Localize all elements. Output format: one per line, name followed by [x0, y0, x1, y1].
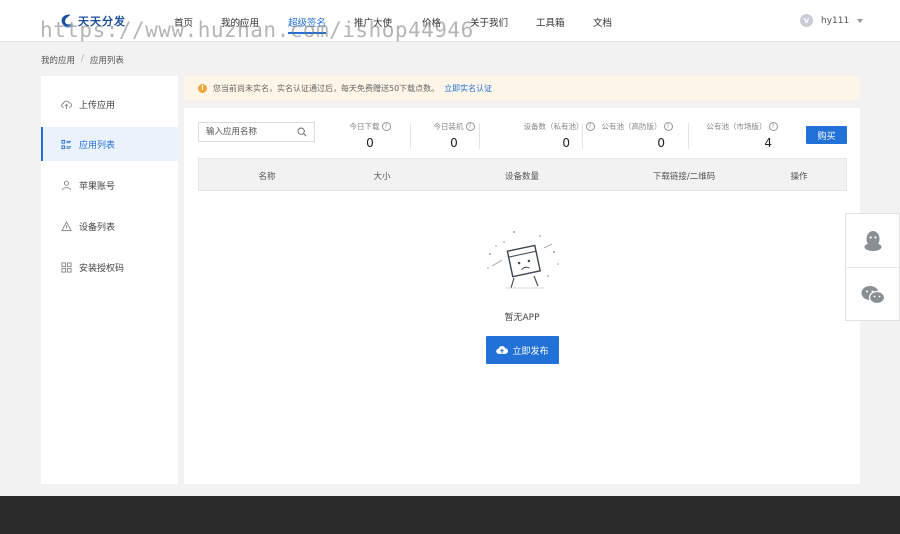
column-header-actions[interactable]: 操作: [790, 170, 807, 182]
stat-value: 0: [450, 136, 458, 150]
column-header-download-link[interactable]: 下载链接/二维码: [653, 170, 715, 182]
chevron-down-icon: [857, 18, 864, 23]
floating-contact-bar: [845, 213, 900, 321]
sidebar-item-label: 苹果账号: [79, 181, 116, 192]
stat-value: 0: [657, 136, 665, 150]
stat-label: 今日下载: [349, 122, 380, 131]
stat-public-pool-premium: 公有池（高防版）? 0: [587, 121, 687, 150]
sidebar-item-label: 设备列表: [79, 222, 116, 233]
page-footer: [0, 496, 900, 534]
app-search-box: [198, 122, 315, 142]
nav-toolbox[interactable]: 工具箱: [536, 15, 565, 29]
qq-contact-button[interactable]: [846, 214, 899, 267]
stat-public-pool-market: 公有池（市场版）? 4: [692, 121, 792, 150]
cloud-upload-icon: [496, 346, 509, 354]
column-header-size[interactable]: 大小: [373, 170, 390, 182]
top-nav: 天天分发 首页 我的应用 超级签名 推广大使 价格 关于我们 工具箱 文档 V …: [0, 0, 900, 42]
nav-super-sign[interactable]: 超级签名: [288, 15, 326, 29]
app-table-header: 名称 大小 设备数量 下载链接/二维码 操作: [198, 158, 847, 191]
cloud-upload-icon: [61, 99, 72, 110]
logo-swirl-icon: [61, 14, 75, 28]
help-icon[interactable]: ?: [381, 122, 391, 131]
sidebar-item-label: 应用列表: [79, 140, 116, 151]
nav-promoter[interactable]: 推广大使: [354, 15, 392, 29]
nav-home[interactable]: 首页: [174, 15, 193, 29]
list-icon: [61, 139, 72, 150]
breadcrumb: 我的应用 / 应用列表: [41, 54, 124, 66]
stat-label: 公有池（高防版）: [601, 122, 662, 131]
grid-icon: [61, 261, 72, 273]
publish-now-button[interactable]: 立即发布: [486, 336, 559, 364]
nav-my-apps[interactable]: 我的应用: [221, 15, 259, 29]
divider: [688, 123, 689, 149]
main-panel: ! 您当前尚未实名，实名认证通过后，每天免费赠送50下载点数。 立即实名认证 今…: [184, 76, 860, 484]
empty-state-text: 暂无APP: [504, 313, 540, 323]
sidebar-item-install-code[interactable]: 安装授权码: [41, 250, 178, 284]
stat-value: 4: [764, 136, 772, 150]
sidebar-item-apple-account[interactable]: 苹果账号: [41, 168, 178, 202]
divider: [582, 123, 583, 149]
sidebar-item-label: 上传应用: [79, 100, 116, 111]
breadcrumb-separator: /: [81, 54, 84, 64]
warning-icon: !: [198, 83, 207, 93]
verification-notice: ! 您当前尚未实名，实名认证通过后，每天免费赠送50下载点数。 立即实名认证: [184, 76, 860, 100]
nav-active-indicator: [288, 32, 326, 34]
stat-label: 公有池（市场版）: [706, 122, 767, 131]
wechat-icon: [861, 285, 885, 304]
device-icon: [61, 220, 72, 232]
help-icon[interactable]: ?: [663, 122, 673, 131]
sidebar: 上传应用 应用列表 苹果账号 设备列表 安装授权码: [41, 76, 178, 484]
notice-spacer: [184, 100, 860, 108]
user-menu[interactable]: V hy111: [800, 14, 864, 27]
help-icon[interactable]: ?: [768, 122, 778, 131]
verify-now-link[interactable]: 立即实名认证: [444, 83, 492, 94]
user-name: hy111: [821, 15, 850, 26]
brand-logo[interactable]: 天天分发: [58, 10, 126, 32]
nav-docs[interactable]: 文档: [593, 15, 612, 29]
qq-icon: [864, 230, 881, 251]
sidebar-item-app-list[interactable]: 应用列表: [41, 127, 178, 161]
stat-label: 今日装机: [433, 122, 464, 131]
stat-today-downloads: 今日下载? 0: [340, 121, 400, 150]
notice-text: 您当前尚未实名，实名认证通过后，每天免费赠送50下载点数。: [213, 83, 440, 93]
buy-button[interactable]: 购买: [806, 126, 847, 144]
nav-about[interactable]: 关于我们: [470, 15, 508, 29]
sidebar-item-upload-app[interactable]: 上传应用: [41, 87, 178, 121]
empty-box-illustration: [487, 231, 559, 289]
help-icon[interactable]: ?: [465, 122, 475, 131]
publish-button-label: 立即发布: [512, 346, 549, 357]
sidebar-item-label: 安装授权码: [79, 263, 125, 274]
vip-badge-icon: V: [800, 14, 813, 27]
brand-name: 天天分发: [78, 15, 126, 28]
divider: [479, 123, 480, 149]
search-input[interactable]: [206, 127, 290, 137]
sidebar-item-device-list[interactable]: 设备列表: [41, 209, 178, 243]
stat-label: 设备数（私有池）: [523, 122, 584, 131]
stat-value: 0: [366, 136, 374, 150]
divider: [410, 123, 411, 149]
stat-today-installs: 今日装机? 0: [414, 121, 494, 150]
column-header-device-count[interactable]: 设备数量: [505, 170, 539, 182]
wechat-contact-button[interactable]: [846, 268, 899, 321]
user-icon: [61, 180, 72, 191]
breadcrumb-current: 应用列表: [89, 56, 124, 66]
search-icon[interactable]: [297, 127, 307, 137]
nav-pricing[interactable]: 价格: [422, 15, 441, 29]
column-header-name[interactable]: 名称: [258, 170, 275, 182]
breadcrumb-parent[interactable]: 我的应用: [41, 54, 75, 66]
